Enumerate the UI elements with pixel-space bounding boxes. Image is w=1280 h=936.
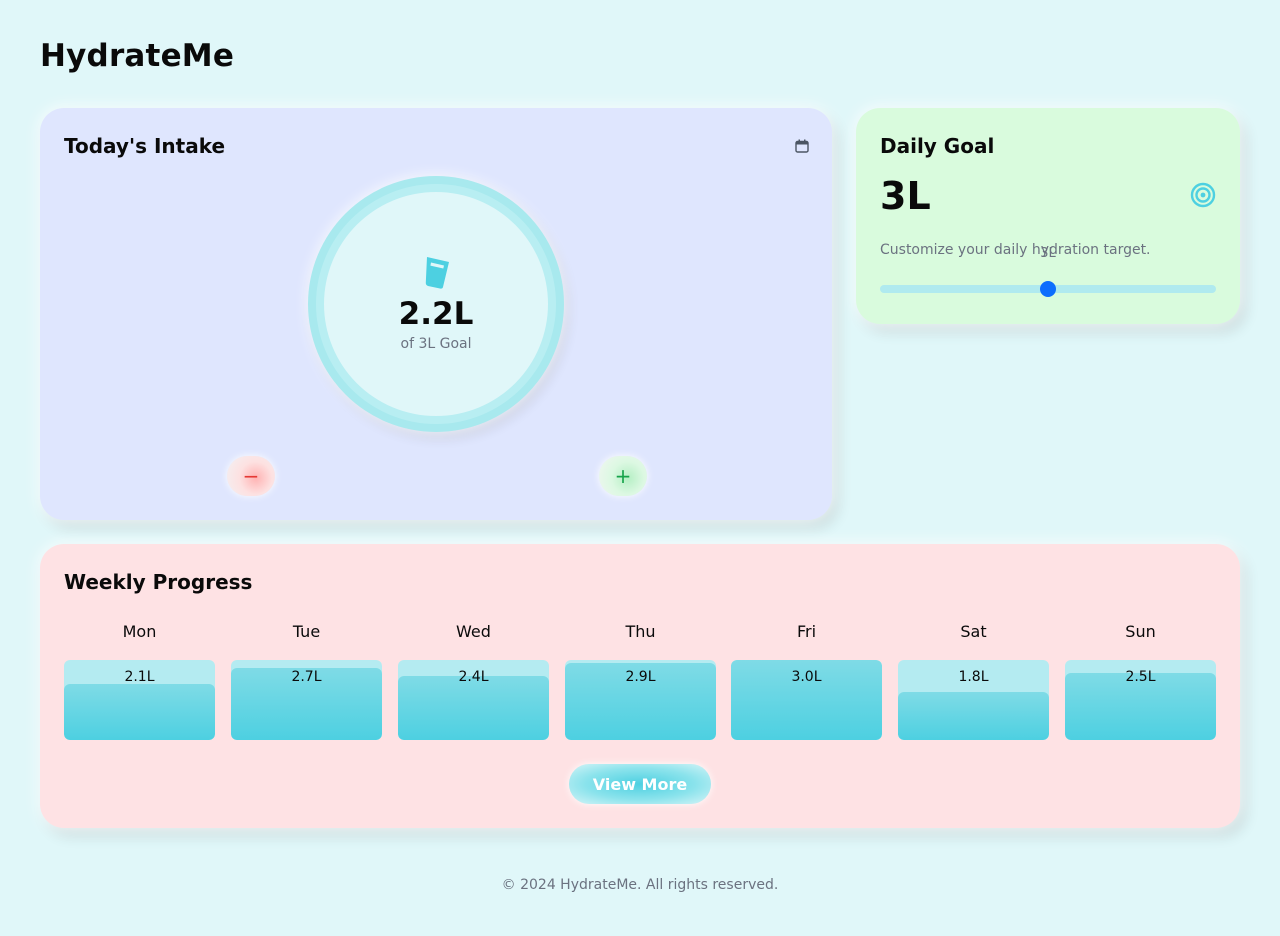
water-glass-icon: [425, 257, 449, 289]
intake-card: Today's Intake 2.2L of 3L Goal − +: [40, 108, 832, 520]
day-column-fri: Fri 3.0L: [731, 620, 882, 740]
day-column-sat: Sat 1.8L: [898, 620, 1049, 740]
calendar-icon[interactable]: [795, 139, 809, 153]
intake-value: 2.2L: [398, 296, 474, 332]
day-bar-fill: [898, 692, 1049, 740]
goal-slider-thumb[interactable]: [1040, 281, 1056, 297]
day-column-wed: Wed 2.4L: [398, 620, 549, 740]
app-title: HydrateMe: [40, 38, 235, 74]
day-column-mon: Mon 2.1L: [64, 620, 215, 740]
goal-description: Customize your daily hydration target.: [880, 242, 1151, 258]
intake-title: Today's Intake: [64, 134, 226, 158]
day-name: Sun: [1125, 622, 1156, 641]
day-bar: 2.1L: [64, 660, 215, 740]
day-bar: 1.8L: [898, 660, 1049, 740]
intake-goal-subtitle: of 3L Goal: [400, 336, 472, 352]
day-name: Wed: [456, 622, 491, 641]
day-bar: 3.0L: [731, 660, 882, 740]
intake-progress-ring: 2.2L of 3L Goal: [308, 176, 564, 432]
footer-copyright: © 2024 HydrateMe. All rights reserved.: [501, 877, 779, 893]
day-value: 2.9L: [625, 669, 656, 685]
day-column-sun: Sun 2.5L: [1065, 620, 1216, 740]
weekly-title: Weekly Progress: [64, 570, 253, 594]
decrease-intake-button[interactable]: −: [227, 456, 275, 496]
target-icon: [1190, 182, 1216, 208]
day-name: Tue: [292, 622, 321, 641]
day-bar: 2.5L: [1065, 660, 1216, 740]
increase-intake-button[interactable]: +: [599, 456, 647, 496]
day-value: 1.8L: [958, 669, 989, 685]
day-bar-fill: [398, 676, 549, 740]
day-bar: 2.7L: [231, 660, 382, 740]
day-value: 3.0L: [791, 669, 822, 685]
day-bar: 2.4L: [398, 660, 549, 740]
day-bar: 2.9L: [565, 660, 716, 740]
day-value: 2.7L: [291, 669, 322, 685]
day-name: Sat: [960, 622, 987, 641]
day-name: Mon: [122, 622, 157, 641]
goal-slider-label: 3L: [1040, 246, 1056, 261]
day-name: Thu: [625, 622, 656, 641]
goal-value: 3L: [880, 174, 931, 218]
daily-goal-card: Daily Goal 3L Customize your daily hydra…: [856, 108, 1240, 324]
day-column-thu: Thu 2.9L: [565, 620, 716, 740]
weekly-progress-card: Weekly Progress Mon 2.1L Tue 2.7L Wed 2.…: [40, 544, 1240, 828]
day-bar-fill: [64, 684, 215, 740]
day-value: 2.5L: [1125, 669, 1156, 685]
day-column-tue: Tue 2.7L: [231, 620, 382, 740]
day-name: Fri: [796, 622, 817, 641]
day-value: 2.4L: [458, 669, 489, 685]
view-more-button[interactable]: View More: [569, 764, 711, 804]
day-value: 2.1L: [124, 669, 155, 685]
goal-slider[interactable]: [880, 281, 1216, 297]
goal-title: Daily Goal: [880, 134, 995, 158]
